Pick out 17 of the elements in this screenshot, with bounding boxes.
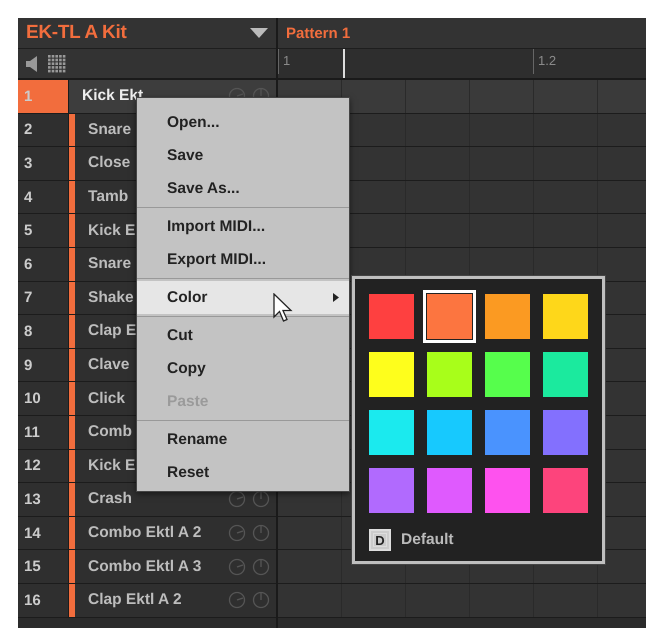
sound-name: Combo Ektl A 3 (87, 556, 202, 577)
ruler-label: 1.2 (533, 49, 643, 74)
sound-name: Click (87, 388, 126, 409)
sound-name: Snare (87, 254, 132, 274)
sound-name: Clap E (87, 321, 136, 342)
sound-name: Clap Ektl A 2 (87, 590, 182, 610)
sound-name: Kick E (87, 220, 136, 241)
sound-number: 1 (18, 80, 69, 113)
sound-name: Tamb (87, 187, 128, 208)
sound-name: Shake (87, 288, 134, 308)
sound-name: Snare (87, 120, 132, 140)
sound-name: Comb (87, 422, 132, 442)
sound-name: Kick E (87, 456, 136, 476)
sound-name: Combo Ektl A 2 (87, 523, 202, 544)
sound-name: Close (87, 153, 130, 174)
sound-name: Clave (87, 355, 130, 376)
sound-name: Crash (87, 489, 132, 510)
